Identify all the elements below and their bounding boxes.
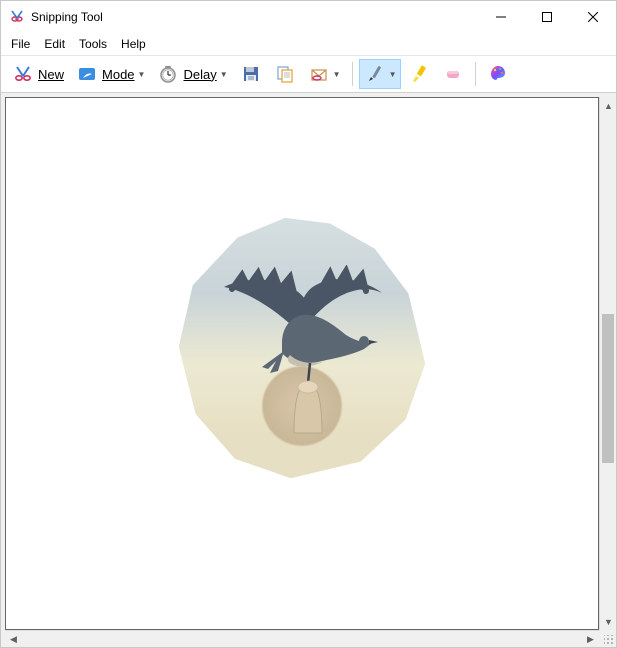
pen-icon <box>364 63 386 85</box>
scroll-up-arrow[interactable]: ▲ <box>600 97 616 114</box>
chevron-down-icon: ▼ <box>389 70 397 79</box>
scroll-track[interactable] <box>600 114 616 613</box>
resize-grip[interactable] <box>599 630 616 647</box>
chevron-down-icon: ▼ <box>333 70 341 79</box>
minimize-button[interactable] <box>478 1 524 33</box>
envelope-icon <box>308 63 330 85</box>
pen-button[interactable]: ▼ <box>359 59 402 89</box>
delay-label: Delay <box>183 67 216 82</box>
vertical-scrollbar[interactable]: ▲ ▼ <box>599 97 616 630</box>
paint3d-button[interactable] <box>482 59 514 89</box>
menu-edit[interactable]: Edit <box>38 35 71 53</box>
menu-help[interactable]: Help <box>115 35 152 53</box>
close-button[interactable] <box>570 1 616 33</box>
horizontal-scrollbar[interactable]: ◀ ▶ <box>5 630 599 647</box>
maximize-button[interactable] <box>524 1 570 33</box>
mode-button[interactable]: Mode ▼ <box>71 59 150 89</box>
window-controls <box>478 1 616 33</box>
snip-canvas[interactable] <box>5 97 599 630</box>
new-label: New <box>38 67 64 82</box>
snip-image <box>162 210 442 490</box>
delay-button[interactable]: Delay ▼ <box>152 59 232 89</box>
highlighter-button[interactable] <box>403 59 435 89</box>
highlighter-icon <box>408 63 430 85</box>
mode-label: Mode <box>102 67 135 82</box>
rectangle-icon <box>76 63 98 85</box>
new-button[interactable]: New <box>7 59 69 89</box>
scroll-down-arrow[interactable]: ▼ <box>600 613 616 630</box>
canvas-area: ▲ ▼ ◀ ▶ <box>1 93 616 647</box>
eraser-icon <box>442 63 464 85</box>
chevron-down-icon: ▼ <box>138 70 146 79</box>
scroll-track[interactable] <box>22 631 582 647</box>
app-icon <box>9 9 25 25</box>
menu-tools[interactable]: Tools <box>73 35 113 53</box>
clock-icon <box>157 63 179 85</box>
send-button[interactable]: ▼ <box>303 59 346 89</box>
scissors-icon <box>12 63 34 85</box>
copy-button[interactable] <box>269 59 301 89</box>
scroll-right-arrow[interactable]: ▶ <box>582 631 599 648</box>
floppy-icon <box>240 63 262 85</box>
scroll-left-arrow[interactable]: ◀ <box>5 631 22 648</box>
copy-icon <box>274 63 296 85</box>
chevron-down-icon: ▼ <box>220 70 228 79</box>
window-title: Snipping Tool <box>31 10 478 24</box>
toolbar: New Mode ▼ Delay ▼ <box>1 55 616 93</box>
eraser-button[interactable] <box>437 59 469 89</box>
title-bar: Snipping Tool <box>1 1 616 33</box>
paint3d-icon <box>487 63 509 85</box>
save-button[interactable] <box>235 59 267 89</box>
toolbar-separator <box>352 62 353 86</box>
menu-file[interactable]: File <box>5 35 36 53</box>
scroll-thumb[interactable] <box>602 314 614 464</box>
menu-bar: File Edit Tools Help <box>1 33 616 55</box>
toolbar-separator <box>475 62 476 86</box>
